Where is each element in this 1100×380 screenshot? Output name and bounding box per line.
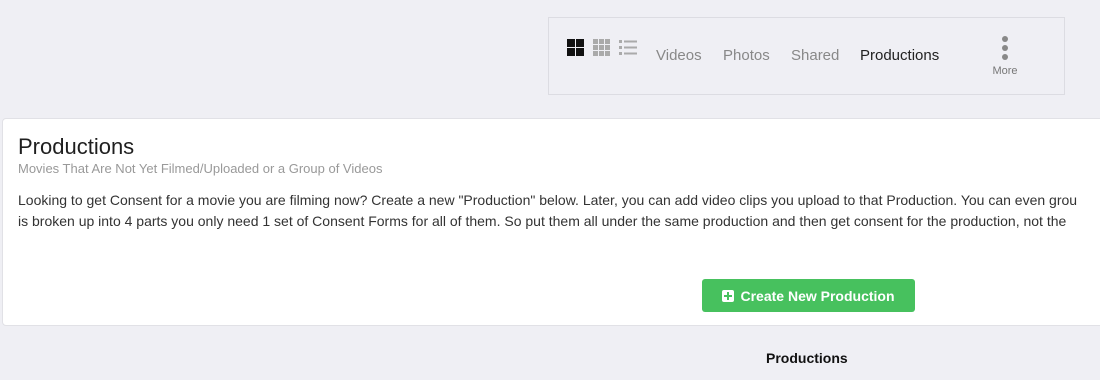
small-grid-icon[interactable] bbox=[593, 39, 610, 56]
productions-card: Productions Movies That Are Not Yet Film… bbox=[2, 118, 1100, 326]
nav-videos[interactable]: Videos bbox=[656, 47, 702, 65]
description: Looking to get Consent for a movie you a… bbox=[18, 190, 1100, 232]
create-new-production-button[interactable]: Create New Production bbox=[702, 279, 915, 312]
page-title: Productions bbox=[18, 134, 135, 159]
list-icon[interactable] bbox=[619, 39, 637, 56]
nav-shared[interactable]: Shared bbox=[791, 47, 839, 65]
more-label: More bbox=[992, 65, 1018, 77]
nav-productions[interactable]: Productions bbox=[860, 47, 939, 65]
more-menu-button[interactable]: More bbox=[985, 36, 1025, 77]
description-line: is broken up into 4 parts you only need … bbox=[18, 213, 1067, 229]
plus-square-icon bbox=[722, 289, 735, 302]
nav-photos[interactable]: Photos bbox=[723, 47, 770, 65]
page-subtitle: Movies That Are Not Yet Filmed/Uploaded … bbox=[18, 161, 383, 176]
create-button-label: Create New Production bbox=[740, 287, 895, 304]
large-grid-icon[interactable] bbox=[567, 39, 584, 56]
more-vertical-icon bbox=[985, 36, 1025, 60]
section-heading: Productions bbox=[766, 350, 848, 366]
description-line: Looking to get Consent for a movie you a… bbox=[18, 192, 1078, 208]
